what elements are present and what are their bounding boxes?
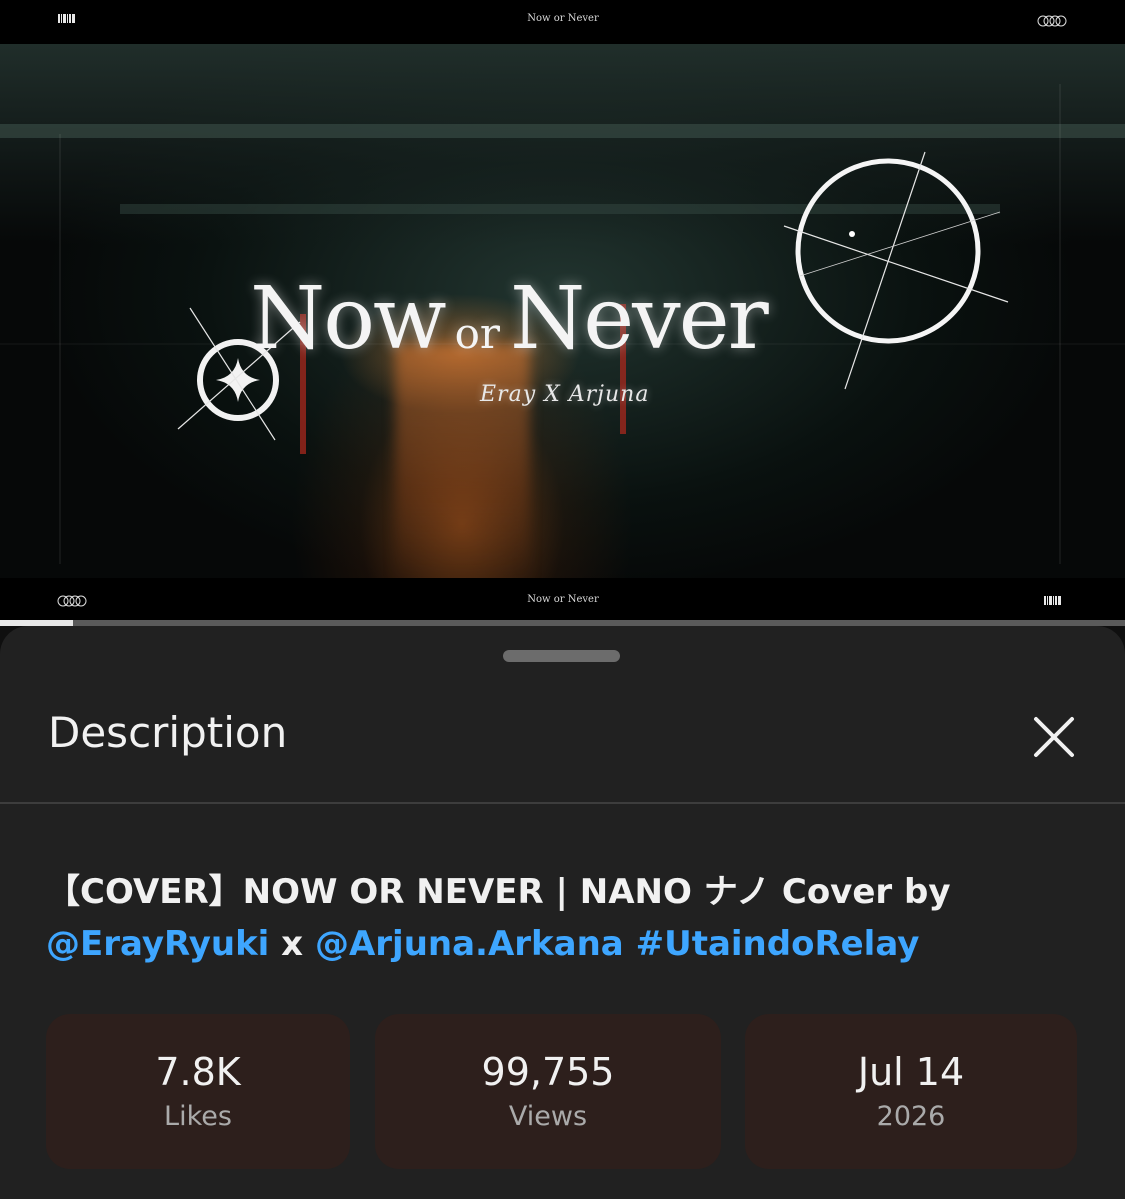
video-bottom-strip: Now or Never	[0, 578, 1125, 620]
barcode-icon	[58, 14, 76, 23]
divider	[0, 802, 1125, 804]
video-frame: Now or Never Eray X Arjuna	[0, 44, 1125, 578]
title-art-word: Now	[250, 269, 447, 369]
date-year: 2026	[876, 1100, 946, 1132]
hashtag-link[interactable]: #UtaindoRelay	[636, 924, 920, 964]
title-separator: x	[269, 924, 315, 964]
sheet-title: Description	[48, 708, 288, 757]
title-art-word: Never	[510, 269, 769, 369]
rings-icon	[57, 595, 87, 607]
video-strip-title: Now or Never	[527, 13, 599, 24]
video-top-strip: Now or Never	[0, 0, 1125, 44]
video-title-subtitle: Eray X Arjuna	[480, 382, 650, 407]
drag-handle[interactable]	[503, 650, 620, 662]
likes-value: 7.8K	[155, 1049, 241, 1094]
video-player[interactable]: Now or Never Now or Never Eray X Arjuna …	[0, 0, 1125, 620]
views-value: 99,755	[481, 1049, 615, 1094]
close-button[interactable]	[1023, 706, 1085, 768]
video-title-art: Now or Never	[250, 269, 890, 369]
barcode-icon	[1044, 596, 1062, 605]
mention-link[interactable]: @ErayRyuki	[46, 924, 269, 964]
date-value: Jul 14	[857, 1049, 965, 1094]
video-title: 【COVER】NOW OR NEVER | NANO ナノ Cover by @…	[46, 866, 1086, 970]
views-stat: 99,755 Views	[375, 1014, 721, 1169]
video-strip-title: Now or Never	[527, 594, 599, 605]
title-art-word: or	[454, 309, 501, 358]
likes-label: Likes	[164, 1100, 232, 1132]
date-stat: Jul 14 2026	[745, 1014, 1077, 1169]
stats-row: 7.8K Likes 99,755 Views Jul 14 2026	[0, 1014, 1125, 1169]
rings-icon	[1037, 15, 1067, 27]
description-sheet: Description 【COVER】NOW OR NEVER | NANO ナ…	[0, 626, 1125, 1199]
views-label: Views	[508, 1100, 588, 1132]
mention-link[interactable]: @Arjuna.Arkana	[315, 924, 624, 964]
video-title-text: 【COVER】NOW OR NEVER | NANO ナノ Cover by	[46, 872, 951, 912]
close-icon	[1034, 717, 1074, 757]
likes-stat: 7.8K Likes	[46, 1014, 350, 1169]
